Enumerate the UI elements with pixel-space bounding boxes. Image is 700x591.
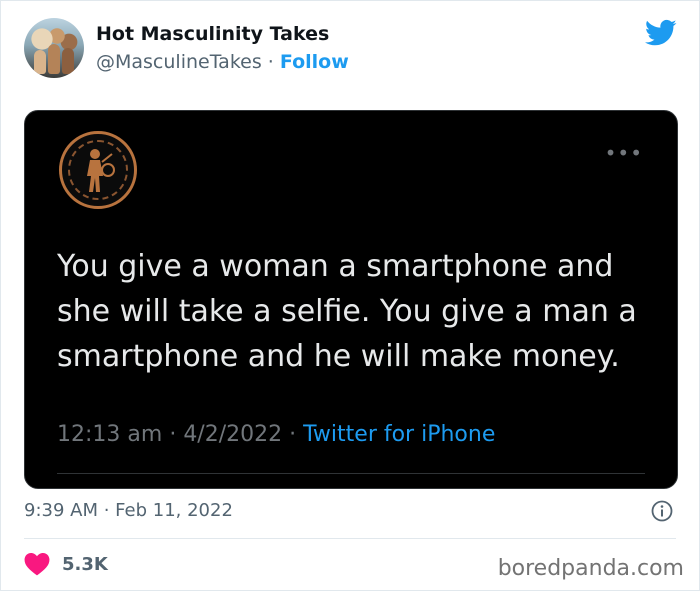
author-handle-row: @MasculineTakes · Follow	[96, 51, 349, 73]
follow-button[interactable]: Follow	[280, 51, 349, 73]
author-name[interactable]: Hot Masculinity Takes	[96, 23, 329, 45]
footer-divider	[24, 538, 676, 539]
embedded-tweet-card[interactable]: ••• You give a woman a smartphone and sh…	[24, 110, 678, 489]
meta-separator: ·	[169, 422, 184, 447]
embedded-tweet-text: You give a woman a smartphone and she wi…	[57, 249, 637, 374]
embedded-tweet-date: 4/2/2022	[183, 422, 283, 447]
boredpanda-watermark: boredpanda.com	[497, 556, 684, 581]
like-count: 5.3K	[62, 553, 108, 575]
embedded-tweet-meta: 12:13 am · 4/2/2022 · Twitter for iPhone	[57, 422, 495, 447]
meta-separator: ·	[289, 422, 304, 447]
info-icon[interactable]	[651, 500, 673, 522]
embedded-author-avatar[interactable]	[59, 131, 137, 209]
heart-icon[interactable]	[24, 552, 50, 576]
card-divider	[57, 473, 645, 474]
spartan-figure-icon	[87, 149, 115, 192]
author-handle[interactable]: @MasculineTakes	[96, 51, 262, 73]
author-avatar[interactable]	[24, 18, 84, 78]
embedded-tweet-time: 12:13 am	[57, 422, 163, 447]
twitter-bird-icon[interactable]	[645, 19, 677, 47]
more-options-icon[interactable]: •••	[605, 141, 643, 165]
like-action[interactable]: 5.3K	[24, 552, 108, 576]
embedded-tweet-source[interactable]: Twitter for iPhone	[303, 422, 495, 447]
tweet-timestamp[interactable]: 9:39 AM · Feb 11, 2022	[24, 500, 233, 521]
handle-separator: ·	[267, 51, 274, 73]
